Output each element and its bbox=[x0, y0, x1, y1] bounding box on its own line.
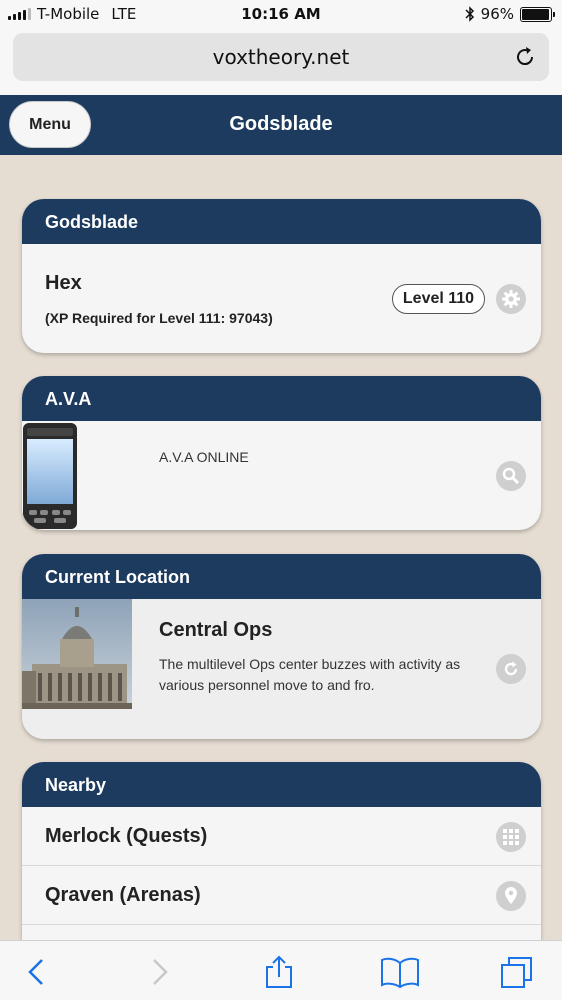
map-pin-icon bbox=[496, 881, 526, 911]
battery-icon bbox=[520, 6, 555, 22]
nearby-item-label: Merlock (Quests) bbox=[45, 825, 208, 847]
character-name: Hex bbox=[45, 272, 82, 294]
location-card: Current Location Central Ops The multile… bbox=[22, 554, 541, 739]
forward-icon[interactable] bbox=[142, 955, 176, 989]
status-bar: T-Mobile LTE 10:16 AM 96% bbox=[0, 0, 562, 30]
bookmarks-icon[interactable] bbox=[380, 955, 420, 989]
nearby-item-qraven[interactable]: Qraven (Arenas) bbox=[22, 866, 541, 925]
location-name: Central Ops bbox=[159, 619, 273, 641]
share-icon[interactable] bbox=[262, 955, 296, 989]
search-icon[interactable] bbox=[496, 461, 526, 491]
nearby-item-merlock[interactable]: Merlock (Quests) bbox=[22, 807, 541, 866]
back-icon[interactable] bbox=[20, 955, 54, 989]
app-header: Menu Godsblade bbox=[0, 95, 562, 155]
phone-image bbox=[23, 423, 77, 529]
grid-icon bbox=[496, 822, 526, 852]
card-header: Current Location bbox=[22, 554, 541, 599]
nearby-item-label: Qraven (Arenas) bbox=[45, 884, 201, 906]
ava-card: A.V.A A.V.A ONLINE bbox=[22, 376, 541, 530]
level-badge: Level 110 bbox=[392, 284, 485, 314]
ava-status-text: A.V.A ONLINE bbox=[159, 449, 249, 465]
bluetooth-icon bbox=[465, 6, 474, 22]
url-bar[interactable]: voxtheory.net bbox=[13, 33, 549, 81]
reload-icon[interactable] bbox=[513, 45, 537, 69]
character-card: Godsblade Hex (XP Required for Level 111… bbox=[22, 199, 541, 353]
browser-toolbar bbox=[0, 940, 562, 1000]
refresh-icon[interactable] bbox=[496, 654, 526, 684]
location-description: The multilevel Ops center buzzes with ac… bbox=[159, 656, 461, 693]
card-header: Godsblade bbox=[22, 199, 541, 244]
page-title: Godsblade bbox=[229, 113, 333, 135]
gear-icon[interactable] bbox=[496, 284, 526, 314]
xp-required-text: (XP Required for Level 111: 97043) bbox=[45, 310, 273, 326]
tabs-icon[interactable] bbox=[500, 955, 534, 989]
card-header: Nearby bbox=[22, 762, 541, 807]
location-image bbox=[22, 599, 132, 709]
url-text: voxtheory.net bbox=[212, 45, 350, 69]
battery-percent: 96% bbox=[480, 5, 514, 23]
card-header: A.V.A bbox=[22, 376, 541, 421]
browser-chrome: T-Mobile LTE 10:16 AM 96% voxtheory.net bbox=[0, 0, 562, 95]
